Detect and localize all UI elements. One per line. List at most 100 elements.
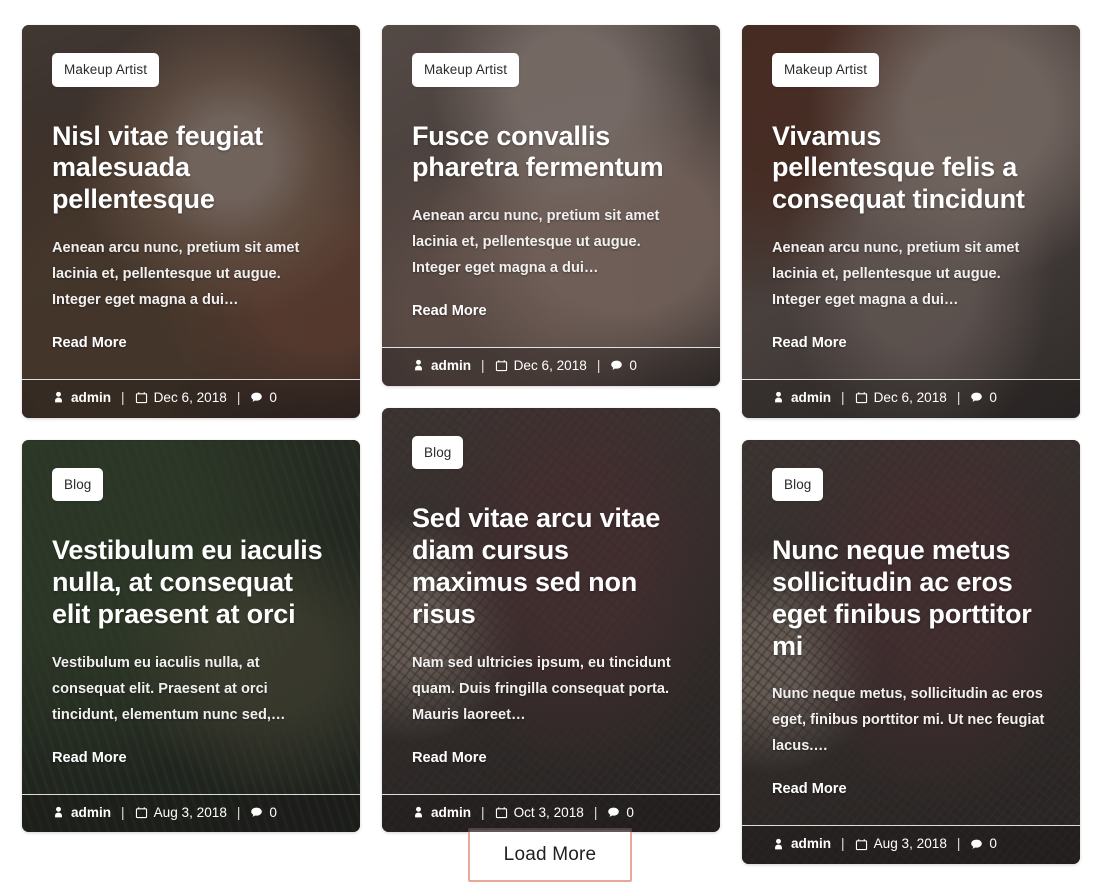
comment-icon	[970, 838, 983, 851]
post-excerpt: Nam sed ultricies ipsum, eu tincidunt qu…	[412, 654, 671, 723]
meta-comments: 0	[250, 391, 277, 405]
author-name[interactable]: admin	[791, 837, 831, 851]
read-more-link[interactable]: Read More	[412, 302, 487, 321]
post-card[interactable]: Blog Sed vitae arcu vitae diam cursus ma…	[382, 407, 720, 833]
author-name[interactable]: admin	[791, 391, 831, 405]
meta-date: Aug 3, 2018	[855, 837, 947, 851]
post-content: Blog Sed vitae arcu vitae diam cursus ma…	[382, 408, 720, 794]
meta-separator: |	[841, 836, 845, 852]
author-name[interactable]: admin	[71, 805, 111, 820]
post-meta: admin | Dec 6, 2018 | 0	[742, 378, 1080, 418]
meta-author: admin	[412, 805, 471, 820]
meta-separator: |	[481, 358, 485, 374]
meta-date: Dec 6, 2018	[855, 391, 947, 405]
post-excerpt: Aenean arcu nunc, pretium sit amet lacin…	[52, 240, 300, 309]
user-icon	[52, 806, 65, 819]
post-card[interactable]: Makeup Artist Vivamus pellentesque felis…	[742, 25, 1080, 418]
comment-count: 0	[989, 389, 997, 405]
date-text: Dec 6, 2018	[873, 389, 947, 405]
meta-date: Dec 6, 2018	[495, 359, 587, 373]
grid-column-2: Makeup Artist Fusce convallis pharetra f…	[382, 25, 720, 833]
author-name[interactable]: admin	[71, 391, 111, 405]
calendar-icon	[135, 391, 148, 404]
date-text: Oct 3, 2018	[513, 804, 584, 820]
meta-separator: |	[236, 804, 241, 820]
meta-author: admin	[772, 391, 831, 405]
date-text: Dec 6, 2018	[153, 389, 227, 405]
category-badge[interactable]: Blog	[412, 435, 464, 470]
meta-separator: |	[121, 804, 125, 820]
category-badge[interactable]: Makeup Artist	[772, 53, 880, 87]
load-more-button[interactable]: Load More	[467, 828, 633, 882]
category-badge[interactable]: Makeup Artist	[52, 53, 160, 87]
meta-separator: |	[956, 836, 961, 852]
read-more-link[interactable]: Read More	[52, 334, 127, 353]
calendar-icon	[135, 806, 148, 819]
read-more-link[interactable]: Read More	[772, 334, 847, 353]
meta-separator: |	[121, 389, 125, 405]
post-title[interactable]: Vestibulum eu iaculis nulla, at consequa…	[52, 535, 330, 631]
meta-separator: |	[841, 389, 845, 405]
meta-date: Oct 3, 2018	[495, 804, 584, 820]
meta-author: admin	[772, 837, 831, 851]
post-title[interactable]: Fusce convallis pharetra fermentum	[412, 121, 690, 185]
meta-comments: 0	[607, 804, 634, 820]
author-name[interactable]: admin	[431, 359, 471, 373]
grid-column-1: Makeup Artist Nisl vitae feugiat malesua…	[22, 25, 360, 833]
post-excerpt: Vestibulum eu iaculis nulla, at consequa…	[52, 654, 286, 723]
post-card[interactable]: Makeup Artist Fusce convallis pharetra f…	[382, 25, 720, 386]
read-more-link[interactable]: Read More	[52, 749, 127, 768]
post-content: Makeup Artist Fusce convallis pharetra f…	[382, 25, 720, 347]
post-excerpt: Aenean arcu nunc, pretium sit amet lacin…	[412, 208, 660, 277]
post-grid: Makeup Artist Nisl vitae feugiat malesua…	[22, 25, 1080, 864]
comment-icon	[610, 359, 623, 372]
post-card[interactable]: Makeup Artist Nisl vitae feugiat malesua…	[22, 25, 360, 418]
post-excerpt: Nunc neque metus, sollicitudin ac eros e…	[772, 686, 1045, 755]
meta-date: Dec 6, 2018	[135, 391, 227, 405]
calendar-icon	[495, 359, 508, 372]
post-content: Blog Vestibulum eu iaculis nulla, at con…	[22, 440, 360, 794]
comment-count: 0	[269, 804, 277, 820]
meta-separator: |	[481, 804, 485, 820]
comment-icon	[607, 806, 620, 819]
meta-separator: |	[593, 804, 598, 820]
meta-comments: 0	[970, 391, 997, 405]
user-icon	[772, 391, 785, 404]
post-title[interactable]: Sed vitae arcu vitae diam cursus maximus…	[412, 503, 690, 630]
user-icon	[412, 359, 425, 372]
meta-date: Aug 3, 2018	[135, 805, 227, 820]
calendar-icon	[855, 838, 868, 851]
meta-comments: 0	[250, 804, 277, 820]
post-meta: admin | Dec 6, 2018 | 0	[22, 378, 360, 418]
meta-separator: |	[236, 389, 241, 405]
grid-column-3: Makeup Artist Vivamus pellentesque felis…	[742, 25, 1080, 864]
post-content: Blog Nunc neque metus sollicitudin ac er…	[742, 440, 1080, 826]
post-title[interactable]: Vivamus pellentesque felis a consequat t…	[772, 121, 1050, 217]
comment-count: 0	[269, 389, 277, 405]
post-title[interactable]: Nisl vitae feugiat malesuada pellentesqu…	[52, 121, 330, 217]
comment-icon	[250, 391, 263, 404]
post-meta: admin | Oct 3, 2018 | 0	[382, 793, 720, 833]
meta-author: admin	[52, 805, 111, 820]
meta-separator: |	[596, 358, 601, 374]
meta-separator: |	[956, 389, 961, 405]
post-meta: admin | Aug 3, 2018 | 0	[22, 793, 360, 833]
read-more-link[interactable]: Read More	[412, 749, 487, 768]
author-name[interactable]: admin	[431, 805, 471, 820]
post-title[interactable]: Nunc neque metus sollicitudin ac eros eg…	[772, 535, 1050, 662]
meta-author: admin	[412, 359, 471, 373]
comment-icon	[970, 391, 983, 404]
comment-count: 0	[626, 804, 634, 820]
category-badge[interactable]: Blog	[772, 467, 824, 502]
calendar-icon	[495, 806, 508, 819]
comment-icon	[250, 806, 263, 819]
read-more-link[interactable]: Read More	[772, 780, 847, 799]
user-icon	[52, 391, 65, 404]
post-card[interactable]: Blog Vestibulum eu iaculis nulla, at con…	[22, 439, 360, 833]
meta-comments: 0	[610, 359, 637, 373]
meta-comments: 0	[970, 837, 997, 851]
date-text: Dec 6, 2018	[513, 358, 587, 374]
post-card[interactable]: Blog Nunc neque metus sollicitudin ac er…	[742, 439, 1080, 864]
category-badge[interactable]: Blog	[52, 467, 104, 502]
category-badge[interactable]: Makeup Artist	[412, 53, 520, 87]
